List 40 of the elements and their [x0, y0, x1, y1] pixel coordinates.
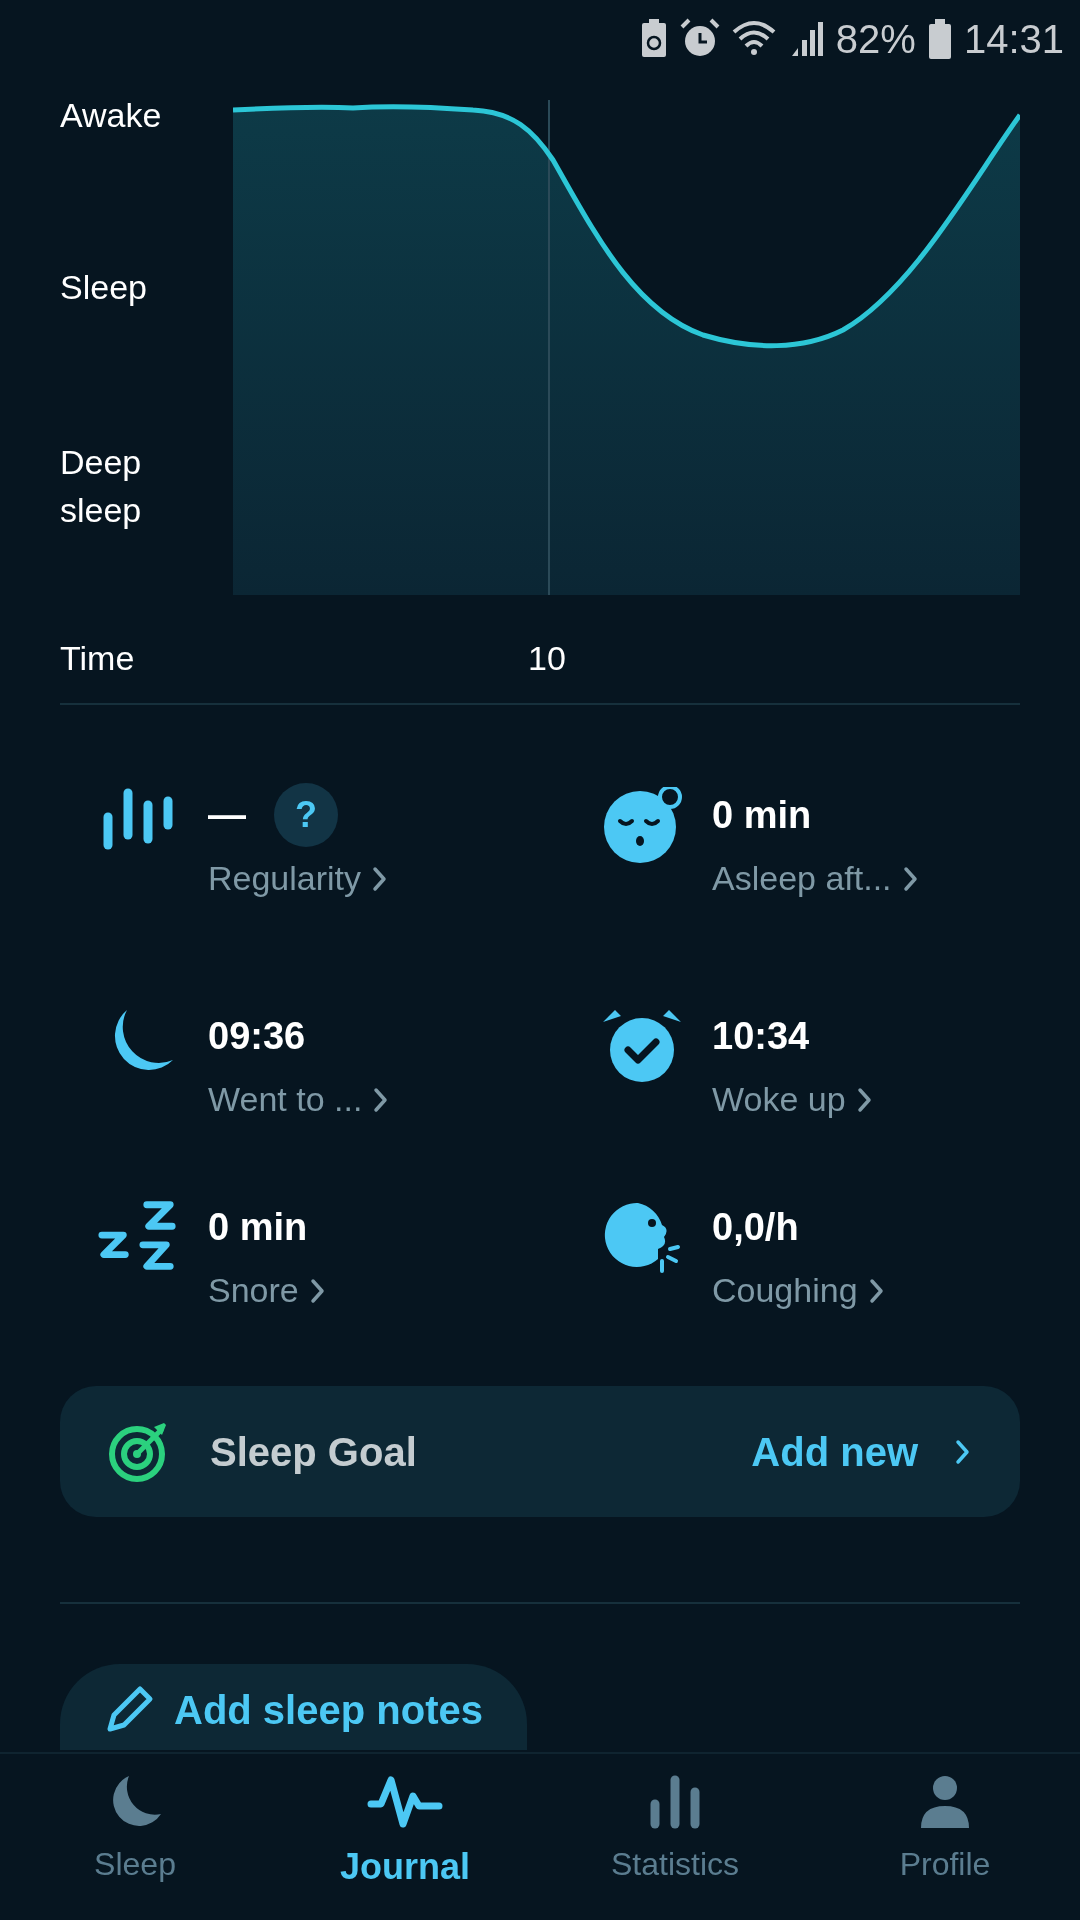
axis-tick: 10 — [528, 637, 566, 679]
help-badge[interactable]: ? — [274, 783, 338, 847]
stat-value: — — [208, 792, 246, 838]
add-new-link[interactable]: Add new — [751, 1421, 918, 1482]
chevron-icon — [308, 1276, 327, 1305]
stat-link[interactable]: Went to ... — [208, 1074, 391, 1125]
sleep-goal-card[interactable]: Sleep Goal Add new — [60, 1386, 1020, 1517]
chevron-icon — [855, 1085, 874, 1114]
axis-label: Sleep — [60, 267, 148, 307]
stat-value: 0 min — [208, 1204, 308, 1250]
axis-title: Time — [60, 637, 135, 679]
pulse-icon — [367, 1774, 443, 1830]
add-notes-button[interactable]: Add sleep notes — [60, 1664, 527, 1750]
stat-link[interactable]: Asleep aft... — [712, 853, 920, 904]
nav-tab[interactable]: Profile — [810, 1754, 1080, 1920]
chevron-icon — [954, 1437, 972, 1466]
wifi-icon — [731, 20, 778, 58]
nav-tab[interactable]: Sleep — [0, 1754, 270, 1920]
stat-value: 0,0/h — [712, 1204, 799, 1250]
stat-value: 0 min — [712, 792, 812, 838]
card-title: Sleep Goal — [210, 1428, 417, 1476]
signal-icon — [789, 20, 824, 58]
battery-percentage: 82% — [835, 16, 916, 63]
bars-icon — [102, 787, 174, 851]
alarm-clock-icon — [601, 1008, 683, 1084]
stat-link[interactable]: Snore — [208, 1265, 327, 1316]
chevron-icon — [867, 1276, 886, 1305]
stat-value: 10:34 — [712, 1013, 810, 1059]
axis-label: Deep sleep — [60, 442, 143, 531]
nav-tab[interactable]: Statistics — [540, 1754, 810, 1920]
stat-link[interactable]: Coughing — [712, 1265, 886, 1316]
battery-saver-icon — [639, 19, 668, 59]
clock-time: 14:31 — [963, 16, 1064, 63]
battery-icon — [927, 19, 952, 59]
stat-link[interactable]: Woke up — [712, 1074, 874, 1125]
chevron-icon — [901, 864, 920, 893]
nav-tab[interactable]: Journal — [270, 1754, 540, 1920]
stat-link[interactable]: Regularity — [208, 853, 390, 904]
stat-value: 09:36 — [208, 1013, 306, 1059]
axis-label: Awake — [60, 95, 163, 135]
